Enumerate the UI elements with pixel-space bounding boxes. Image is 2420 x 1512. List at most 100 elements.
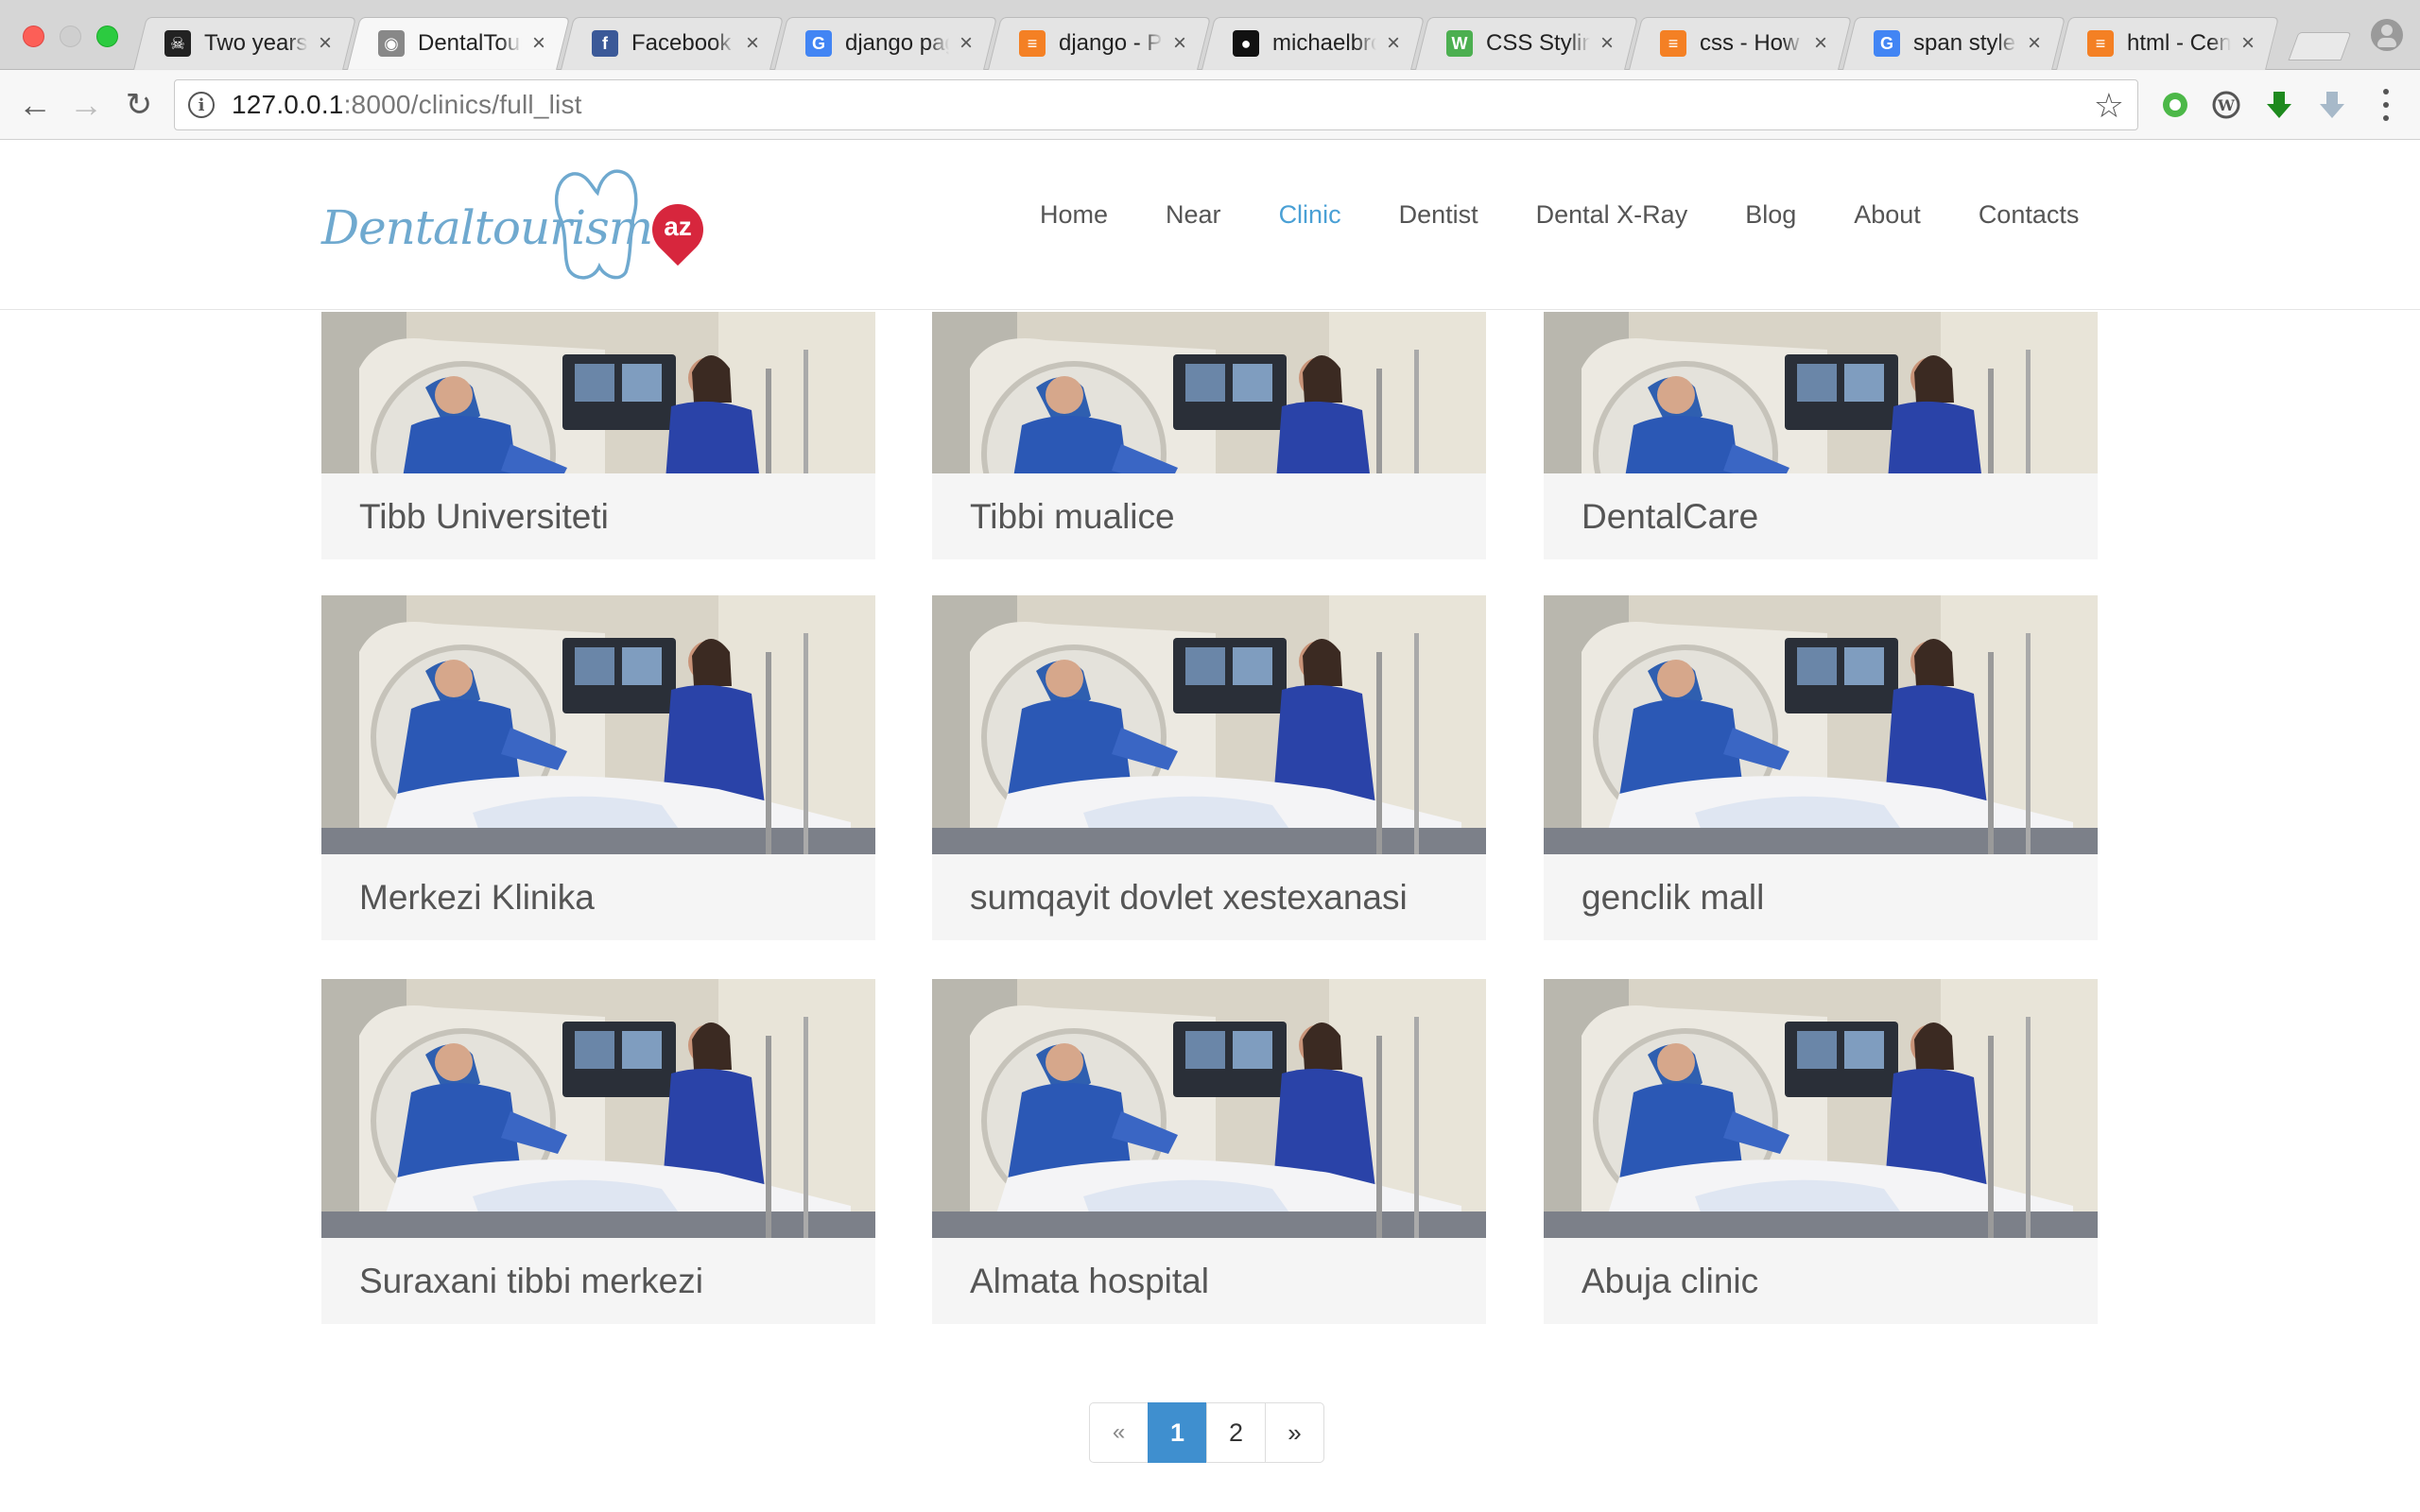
clinic-name[interactable]: genclik mall xyxy=(1544,854,2098,940)
nav-link-dental-x-ray[interactable]: Dental X-Ray xyxy=(1536,200,1688,230)
clinic-name[interactable]: Almata hospital xyxy=(932,1238,1486,1324)
clinic-card[interactable]: Tibbi mualice xyxy=(932,312,1486,559)
wordpress-icon[interactable]: W xyxy=(2208,87,2244,123)
bookmark-star-icon[interactable]: ☆ xyxy=(2094,86,2124,126)
pagination-page[interactable]: 1 xyxy=(1148,1402,1207,1463)
clinic-card[interactable]: Tibb Universiteti xyxy=(321,312,875,559)
site-icon: ◉ xyxy=(378,30,405,57)
reload-icon[interactable]: ↻ xyxy=(117,83,161,127)
pagination-prev[interactable]: « xyxy=(1089,1402,1149,1463)
minimize-window-button[interactable] xyxy=(60,26,81,47)
download-grey-icon[interactable] xyxy=(2314,87,2350,123)
browser-menu-icon[interactable] xyxy=(2377,85,2395,125)
pagination: « 12 » xyxy=(1089,1402,1324,1463)
browser-tab[interactable]: ◉ DentalTourism× xyxy=(354,17,563,70)
clinic-photo[interactable] xyxy=(321,595,875,854)
tab-title: CSS Styling xyxy=(1486,30,1590,56)
tab-close-icon[interactable]: × xyxy=(955,30,977,57)
nav-link-dentist[interactable]: Dentist xyxy=(1399,200,1478,230)
url-path: :8000/clinics/full_list xyxy=(343,90,582,119)
info-icon[interactable]: i xyxy=(188,92,215,118)
browser-tab[interactable]: f Facebook × xyxy=(567,17,777,70)
site-header: Dentaltourism az Home Near Clinic Dentist De… xyxy=(0,140,2420,310)
clinic-card[interactable]: genclik mall xyxy=(1544,595,2098,940)
tab-title: Two years xyxy=(204,30,308,56)
logo-badge: az xyxy=(664,212,692,241)
clinic-card[interactable]: Merkezi Klinika xyxy=(321,595,875,940)
tab-close-icon[interactable]: × xyxy=(1382,30,1405,57)
browser-tab[interactable]: ☠ Two years × xyxy=(140,17,350,70)
clinic-photo[interactable] xyxy=(1544,979,2098,1238)
clinic-name[interactable]: Tibbi mualice xyxy=(932,473,1486,559)
address-bar[interactable]: i 127.0.0.1:8000/clinics/full_list ☆ xyxy=(174,79,2138,130)
tab-title: DentalTourism xyxy=(418,30,522,56)
close-window-button[interactable] xyxy=(23,26,44,47)
nav-link-home[interactable]: Home xyxy=(1040,200,1108,230)
back-arrow-icon[interactable]: ← xyxy=(13,83,57,127)
nav-link-contacts[interactable]: Contacts xyxy=(1979,200,2080,230)
tab-close-icon[interactable]: × xyxy=(314,30,337,57)
pagination-next[interactable]: » xyxy=(1265,1402,1324,1463)
facebook-icon: f xyxy=(592,30,618,57)
new-tab-button[interactable] xyxy=(2293,32,2346,60)
w3-icon: W xyxy=(1446,30,1473,57)
clinic-name[interactable]: Merkezi Klinika xyxy=(321,854,875,940)
browser-tab[interactable]: ≡ django - Pagination× xyxy=(994,17,1204,70)
maximize-window-button[interactable] xyxy=(96,26,118,47)
clinic-name[interactable]: Suraxani tibbi merkezi xyxy=(321,1238,875,1324)
tab-close-icon[interactable]: × xyxy=(2023,30,2046,57)
clinic-photo[interactable] xyxy=(932,595,1486,854)
browser-tab[interactable]: ≡ html - Center× xyxy=(2063,17,2273,70)
tab-title: css - How to xyxy=(1700,30,1804,56)
profile-icon[interactable] xyxy=(2371,19,2403,51)
browser-tab-strip: ☠Two years×◉DentalTourism×fFacebook×Gdja… xyxy=(0,0,2420,70)
clinic-card[interactable]: DentalCare xyxy=(1544,312,2098,559)
nav-link-clinic[interactable]: Clinic xyxy=(1279,200,1341,230)
tab-close-icon[interactable]: × xyxy=(741,30,764,57)
tab-title: html - Center xyxy=(2127,30,2231,56)
clinic-photo[interactable] xyxy=(932,312,1486,473)
clinic-photo[interactable] xyxy=(321,979,875,1238)
pagination-page[interactable]: 2 xyxy=(1206,1402,1266,1463)
clinic-name[interactable]: sumqayit dovlet xestexanasi xyxy=(932,854,1486,940)
github-icon: ● xyxy=(1233,30,1259,57)
clinic-card[interactable]: sumqayit dovlet xestexanasi xyxy=(932,595,1486,940)
tab-title: span style xyxy=(1913,30,2016,56)
main-nav: Home Near Clinic Dentist Dental X-Ray Blog Abo… xyxy=(1040,200,2079,230)
clinic-card[interactable]: Abuja clinic xyxy=(1544,979,2098,1324)
logo-text: Dentaltourism xyxy=(321,200,653,255)
stackoverflow-icon: ≡ xyxy=(1019,30,1046,57)
clinic-photo[interactable] xyxy=(321,312,875,473)
nav-link-about[interactable]: About xyxy=(1854,200,1921,230)
clinic-photo[interactable] xyxy=(1544,312,2098,473)
clinic-name[interactable]: Tibb Universiteti xyxy=(321,473,875,559)
tab-close-icon[interactable]: × xyxy=(1809,30,1832,57)
nav-link-near[interactable]: Near xyxy=(1166,200,1221,230)
clinic-card[interactable]: Suraxani tibbi merkezi xyxy=(321,979,875,1324)
stackoverflow-icon: ≡ xyxy=(1660,30,1686,57)
browser-tab[interactable]: Gdjango pagination× xyxy=(781,17,991,70)
browser-tab[interactable]: Gspan style × xyxy=(1849,17,2059,70)
extension-green-icon[interactable] xyxy=(2157,87,2193,123)
clinic-name[interactable]: DentalCare xyxy=(1544,473,2098,559)
site-logo[interactable]: Dentaltourism az xyxy=(318,164,715,287)
download-green-icon[interactable] xyxy=(2261,87,2297,123)
tab-title: django pagination xyxy=(845,30,949,56)
tab-title: django - Pagination xyxy=(1059,30,1163,56)
browser-tab[interactable]: ● michaelbromley× xyxy=(1208,17,1418,70)
url-text[interactable]: 127.0.0.1:8000/clinics/full_list xyxy=(232,90,582,120)
clinic-photo[interactable] xyxy=(1544,595,2098,854)
nav-link-blog[interactable]: Blog xyxy=(1745,200,1796,230)
browser-tab[interactable]: W CSS Styling× xyxy=(1422,17,1632,70)
clinic-name[interactable]: Abuja clinic xyxy=(1544,1238,2098,1324)
skull-icon: ☠ xyxy=(164,30,191,57)
browser-tab[interactable]: ≡ css - How to× xyxy=(1635,17,1845,70)
clinic-card[interactable]: Almata hospital xyxy=(932,979,1486,1324)
tab-close-icon[interactable]: × xyxy=(2237,30,2259,57)
clinic-photo[interactable] xyxy=(932,979,1486,1238)
tab-close-icon[interactable]: × xyxy=(1596,30,1618,57)
tab-close-icon[interactable]: × xyxy=(527,30,550,57)
tab-close-icon[interactable]: × xyxy=(1168,30,1191,57)
google-icon: G xyxy=(1874,30,1900,57)
forward-arrow-icon[interactable]: → xyxy=(64,83,108,127)
